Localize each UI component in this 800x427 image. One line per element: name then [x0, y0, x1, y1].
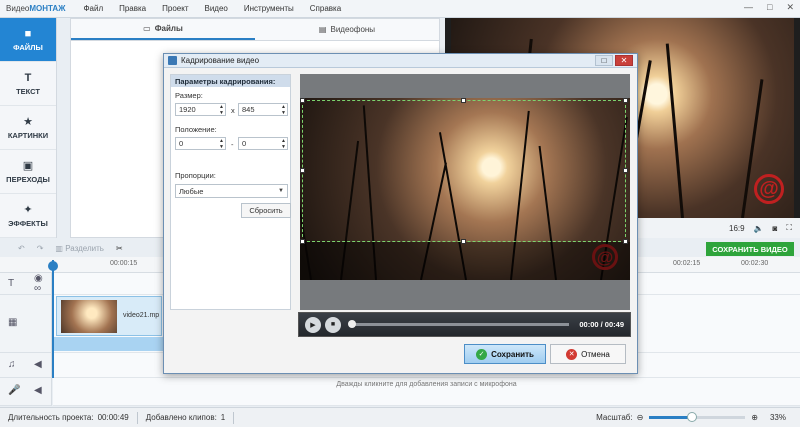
- checkmark-icon: ✓: [476, 348, 488, 360]
- minimize-button[interactable]: —: [744, 2, 753, 13]
- pos-y-input[interactable]: 0 ▲ ▼: [238, 137, 288, 150]
- spin-arrows-icon[interactable]: ▲ ▼: [219, 104, 224, 116]
- crop-dialog: Кадрирование видео □ ✕ Параметры кадриро…: [163, 53, 638, 374]
- size-label: Размер:: [175, 91, 203, 100]
- spin-arrows-icon[interactable]: ▲ ▼: [281, 138, 286, 150]
- zoom-knob[interactable]: [687, 412, 698, 422]
- zoom-slider[interactable]: [649, 412, 746, 422]
- ratio-select[interactable]: Любые ▼: [175, 184, 288, 198]
- zoom-fill: [649, 416, 693, 419]
- dialog-maximize-button[interactable]: □: [595, 55, 613, 66]
- close-button[interactable]: ✕: [786, 2, 794, 13]
- menu-help[interactable]: Справка: [302, 4, 349, 13]
- menu-bar: ВидеоМОНТАЖ Файл Правка Проект Видео Инс…: [0, 0, 800, 18]
- position-label: Положение:: [175, 125, 217, 134]
- dialog-titlebar: Кадрирование видео □ ✕: [164, 54, 637, 68]
- crop-viewer: @: [300, 74, 630, 310]
- params-header: Параметры кадрирования:: [171, 75, 290, 87]
- time-display: 00:00 / 00:49: [579, 320, 624, 329]
- crop-handle[interactable]: [300, 239, 305, 244]
- pos-x-input[interactable]: 0 ▲ ▼: [175, 137, 226, 150]
- play-icon[interactable]: ▶: [305, 316, 321, 333]
- duration-label: Длительность проекта:: [8, 413, 94, 422]
- reset-button[interactable]: Сбросить: [241, 203, 291, 218]
- menu-file[interactable]: Файл: [75, 4, 111, 13]
- cancel-button[interactable]: ✕ Отмена: [550, 344, 626, 364]
- crop-handle[interactable]: [623, 168, 628, 173]
- dialog-title: Кадрирование видео: [181, 56, 260, 65]
- maximize-button[interactable]: □: [767, 2, 772, 13]
- chevron-down-icon: ▼: [278, 188, 284, 194]
- crop-params-panel: Параметры кадрирования: Размер: 1920 ▲ ▼ …: [170, 74, 291, 310]
- save-button[interactable]: ✓ Сохранить: [464, 344, 546, 364]
- zoom-value: 33%: [769, 413, 786, 422]
- app-logo: ВидеоМОНТАЖ: [6, 4, 66, 13]
- cancel-icon: ✕: [566, 348, 578, 360]
- seek-bar[interactable]: [348, 320, 570, 328]
- spin-arrows-icon[interactable]: ▲ ▼: [281, 104, 286, 116]
- clips-label: Добавлено клипов:: [145, 413, 217, 422]
- menu-edit[interactable]: Правка: [111, 4, 154, 13]
- height-input[interactable]: 845 ▲ ▼: [238, 103, 288, 116]
- duration-value: 00:00:49: [97, 413, 129, 422]
- menu-video[interactable]: Видео: [197, 4, 236, 13]
- seek-knob[interactable]: [348, 320, 356, 328]
- crop-handle[interactable]: [300, 98, 305, 103]
- crop-handle[interactable]: [461, 239, 466, 244]
- menu-project[interactable]: Проект: [154, 4, 196, 13]
- crop-outside-shade: [300, 242, 630, 280]
- dialog-close-button[interactable]: ✕: [615, 55, 633, 66]
- spin-arrows-icon[interactable]: ▲ ▼: [219, 138, 224, 150]
- crop-frame[interactable]: [302, 100, 626, 242]
- status-bar: Длительность проекта: 00:00:49 Добавлено…: [0, 407, 800, 427]
- zoom-label: Масштаб:: [596, 413, 633, 422]
- clips-value: 1: [220, 413, 226, 422]
- crop-icon: [168, 56, 177, 65]
- menu-tools[interactable]: Инструменты: [236, 4, 302, 13]
- ratio-label: Пропорции:: [175, 171, 216, 180]
- crop-handle[interactable]: [300, 168, 305, 173]
- width-input[interactable]: 1920 ▲ ▼: [175, 103, 226, 116]
- crop-handle[interactable]: [461, 98, 466, 103]
- crop-handle[interactable]: [623, 239, 628, 244]
- zoom-out-icon[interactable]: ⊖: [637, 413, 644, 422]
- crop-handle[interactable]: [623, 98, 628, 103]
- player-controls: ▶ ■ 00:00 / 00:49: [298, 312, 631, 337]
- zoom-in-icon[interactable]: ⊕: [751, 413, 758, 422]
- stop-icon[interactable]: ■: [325, 316, 341, 333]
